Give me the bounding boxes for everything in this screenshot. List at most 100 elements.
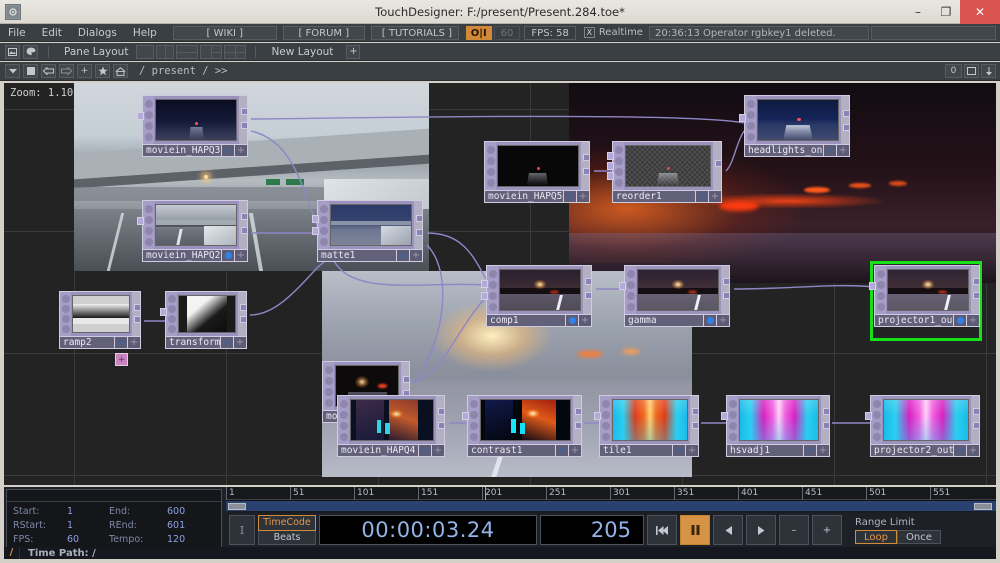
clone-flag-icon[interactable] [601,432,610,441]
node-transform1[interactable]: transform1 + [160,291,247,349]
range-end-handle[interactable] [974,503,992,510]
forum-link[interactable]: [ FORUM ] [282,25,365,40]
display-flag-icon[interactable] [872,410,881,419]
node-flags[interactable] [600,396,611,444]
node-expand-button[interactable]: + [235,144,248,157]
node-viewer-toggle[interactable] [222,249,235,262]
node-tile1[interactable]: tile1 + [594,395,699,457]
node-flags[interactable] [613,142,624,190]
time-cursor-button[interactable]: I [229,515,255,545]
node-name[interactable]: projector1_out [874,314,954,327]
node-viewer-toggle[interactable] [222,144,235,157]
node-name[interactable]: comp1 [486,314,566,327]
realtime-checkbox[interactable]: X [583,27,595,38]
node-viewer-toggle[interactable] [954,314,967,327]
clone-flag-icon[interactable] [626,302,635,311]
display-flag-icon[interactable] [601,410,610,419]
display-flag-icon[interactable] [61,305,70,313]
pane-layout-single[interactable] [136,44,155,59]
node-viewer-toggle[interactable] [397,249,410,262]
end-value[interactable]: 600 [167,506,201,517]
render-flag-icon[interactable] [469,421,478,430]
node-contrast1[interactable]: contrast1 + [462,395,582,457]
node-name[interactable]: headlights_on [744,144,824,157]
node-name[interactable]: contrast1 [467,444,556,457]
bypass-flag-icon[interactable] [746,99,755,108]
display-flag-icon[interactable] [144,110,153,119]
node-viewer-toggle[interactable] [221,336,234,349]
bypass-flag-icon[interactable] [876,269,885,278]
node-flags[interactable] [727,396,738,444]
node-output-rail[interactable] [414,201,423,249]
bypass-flag-icon[interactable] [319,204,328,213]
display-flag-icon[interactable] [144,215,153,224]
home-icon[interactable] [113,64,128,78]
node-output-rail[interactable] [239,96,248,144]
clone-flag-icon[interactable] [614,178,623,187]
node-expand-button[interactable]: + [817,444,830,457]
frame-ruler[interactable]: 1 51 101 151 201 251 301 351 401 451 501… [226,487,996,500]
pause-icon[interactable] [680,515,710,545]
render-flag-icon[interactable] [319,226,328,235]
node-output-rail[interactable] [971,396,980,444]
node-expand-button[interactable]: + [837,144,850,157]
clone-flag-icon[interactable] [61,325,70,333]
chevron-down-icon[interactable] [5,64,20,78]
timeline-ruler-area[interactable]: 1 51 101 151 201 251 301 351 401 451 501… [226,487,996,513]
network-path[interactable]: / present / >> [139,65,228,77]
render-flag-icon[interactable] [144,121,153,130]
rewind-to-start-icon[interactable] [647,515,677,545]
loop-button[interactable]: Loop [855,529,897,544]
display-flag-icon[interactable] [469,410,478,419]
render-flag-icon[interactable] [61,315,70,323]
render-flag-icon[interactable] [626,291,635,300]
clone-flag-icon[interactable] [872,432,881,441]
node-flags[interactable] [468,396,479,444]
render-flag-icon[interactable] [876,291,885,300]
node-expand-button[interactable]: + [967,314,980,327]
display-flag-icon[interactable] [167,305,176,313]
display-flag-icon[interactable] [728,410,737,419]
node-moviein_HAPQ2[interactable]: moviein_HAPQ2 + [137,200,248,262]
node-expand-button[interactable]: + [579,314,592,327]
node-viewer-toggle[interactable] [696,190,709,203]
node-output-rail[interactable] [821,396,830,444]
node-viewer-toggle[interactable] [673,444,686,457]
node-expand-button[interactable]: + [967,444,980,457]
node-hsvadj1[interactable]: hsvadj1 + [721,395,830,457]
range-start-handle[interactable] [228,503,246,510]
display-flag-icon[interactable] [876,280,885,289]
clone-flag-icon[interactable] [339,432,348,441]
node-output-rail[interactable] [690,396,699,444]
node-flags[interactable] [338,396,349,444]
clone-flag-icon[interactable] [876,302,885,311]
node-reorder1[interactable]: reorder1 + [607,141,722,203]
rend-value[interactable]: 601 [167,520,201,531]
clone-flag-icon[interactable] [469,432,478,441]
wiki-link[interactable]: [ WIKI ] [172,25,277,40]
start-value[interactable]: 1 [67,506,109,517]
node-name[interactable]: moviein_HAPQ5 [484,190,564,203]
bypass-flag-icon[interactable] [488,269,497,278]
node-moviein_HAPQ4[interactable]: moviein_HAPQ4 + [337,395,445,457]
bypass-flag-icon[interactable] [872,399,881,408]
clone-flag-icon[interactable] [486,178,495,187]
node-expand-button[interactable]: + [235,249,248,262]
clone-flag-icon[interactable] [746,132,755,141]
node-output-rail[interactable] [239,201,248,249]
bypass-flag-icon[interactable] [324,365,333,374]
maximize-button[interactable]: ❐ [932,0,960,24]
node-moviein_HAPQ5[interactable]: moviein_HAPQ5 + [484,141,590,203]
timecode-display[interactable]: 00:00:03.24 [319,515,537,545]
node-name[interactable]: moviein_HAPQ4 [337,444,419,457]
timecode-mode-switch[interactable]: TimeCode Beats [258,515,316,545]
display-flag-icon[interactable] [746,110,755,119]
bypass-flag-icon[interactable] [614,145,623,154]
frame-display[interactable]: 205 [540,515,644,545]
node-name[interactable]: reorder1 [612,190,696,203]
clone-flag-icon[interactable] [144,132,153,141]
node-expand-button[interactable]: + [717,314,730,327]
node-comp1[interactable]: comp1 + [481,265,592,327]
render-flag-icon[interactable] [486,167,495,176]
node-output-rail[interactable] [713,142,722,190]
